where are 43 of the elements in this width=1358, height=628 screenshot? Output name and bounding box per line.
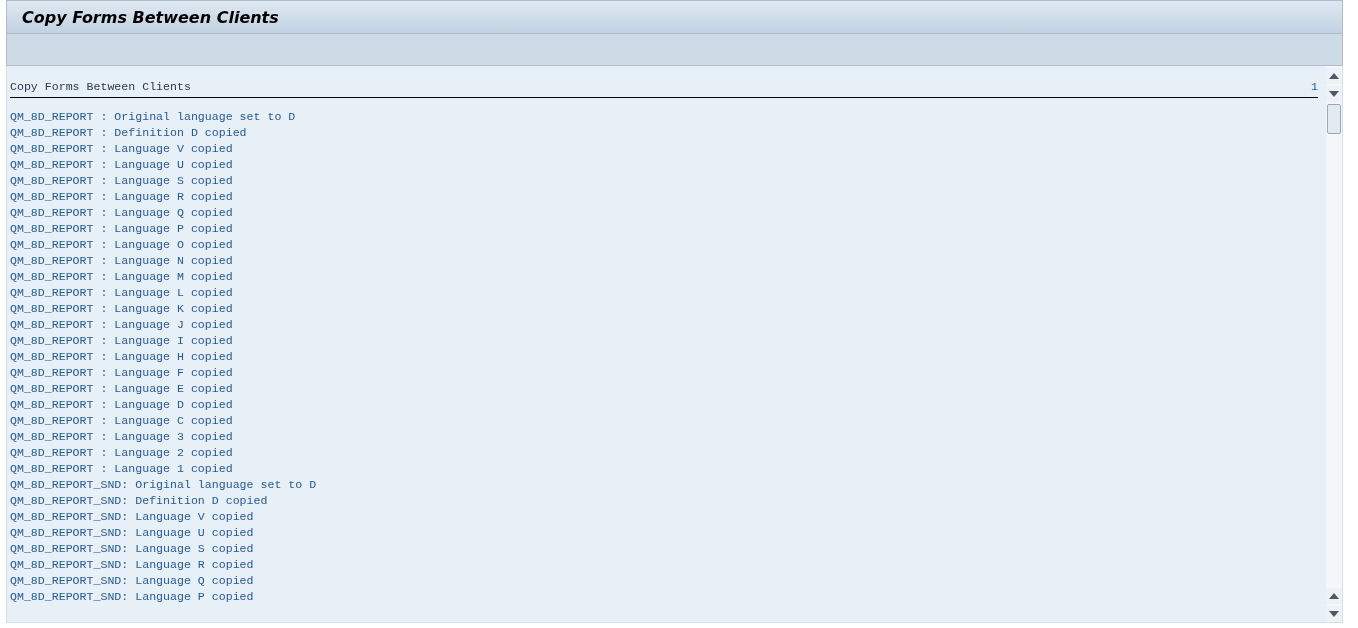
log-line: QM_8D_REPORT : Language J copied [10,317,234,333]
log-line: QM_8D_REPORT : Language K copied [10,301,234,317]
log-line: QM_8D_REPORT : Language S copied [10,173,234,189]
log-line: QM_8D_REPORT : Language 2 copied [10,445,234,461]
log-line: QM_8D_REPORT : Language 3 copied [10,429,234,445]
log-line: QM_8D_REPORT_SND: Language P copied [10,589,255,605]
log-line: QM_8D_REPORT : Language L copied [10,285,234,301]
log-line: QM_8D_REPORT : Language V copied [10,141,234,157]
triangle-down-icon [1329,91,1339,97]
log-line: QM_8D_REPORT : Language 1 copied [10,461,234,477]
log-line: QM_8D_REPORT_SND: Language V copied [10,509,255,525]
log-line: QM_8D_REPORT : Language H copied [10,349,234,365]
log-line: QM_8D_REPORT : Language Q copied [10,205,234,221]
log-line: QM_8D_REPORT : Language M copied [10,269,234,285]
scroll-thumb[interactable] [1327,104,1341,134]
triangle-up-icon [1329,593,1339,599]
log-line: QM_8D_REPORT : Definition D copied [10,125,248,141]
log-line: QM_8D_REPORT_SND: Language R copied [10,557,255,573]
log-line: QM_8D_REPORT_SND: Language U copied [10,525,255,541]
log-line: QM_8D_REPORT_SND: Original language set to D [10,477,318,493]
log-line: QM_8D_REPORT : Language R copied [10,189,234,205]
log-line: QM_8D_REPORT : Language E copied [10,381,234,397]
log-line: QM_8D_REPORT_SND: Language Q copied [10,573,255,589]
scroll-down-button[interactable] [1326,606,1342,622]
log-line: QM_8D_REPORT : Language P copied [10,221,234,237]
scroll-down-button[interactable] [1326,86,1342,102]
log-line: QM_8D_REPORT : Language F copied [10,365,234,381]
triangle-down-icon [1329,611,1339,617]
window-title: Copy Forms Between Clients [22,7,279,27]
page-number: 1 [1311,80,1318,93]
scroll-up-button[interactable] [1326,588,1342,604]
log-line: QM_8D_REPORT : Language N copied [10,253,234,269]
log-line: QM_8D_REPORT : Language U copied [10,157,234,173]
log-line: QM_8D_REPORT : Language I copied [10,333,234,349]
triangle-up-icon [1329,73,1339,79]
log-line: QM_8D_REPORT_SND: Definition D copied [10,493,269,509]
log-line: QM_8D_REPORT : Language O copied [10,237,234,253]
log-line: QM_8D_REPORT : Language C copied [10,413,234,429]
log-line: QM_8D_REPORT : Original language set to D [10,109,297,125]
scroll-up-button[interactable] [1326,68,1342,84]
log-line: QM_8D_REPORT_SND: Language S copied [10,541,255,557]
log-line: QM_8D_REPORT : Language D copied [10,397,234,413]
list-heading: Copy Forms Between Clients [10,80,191,93]
